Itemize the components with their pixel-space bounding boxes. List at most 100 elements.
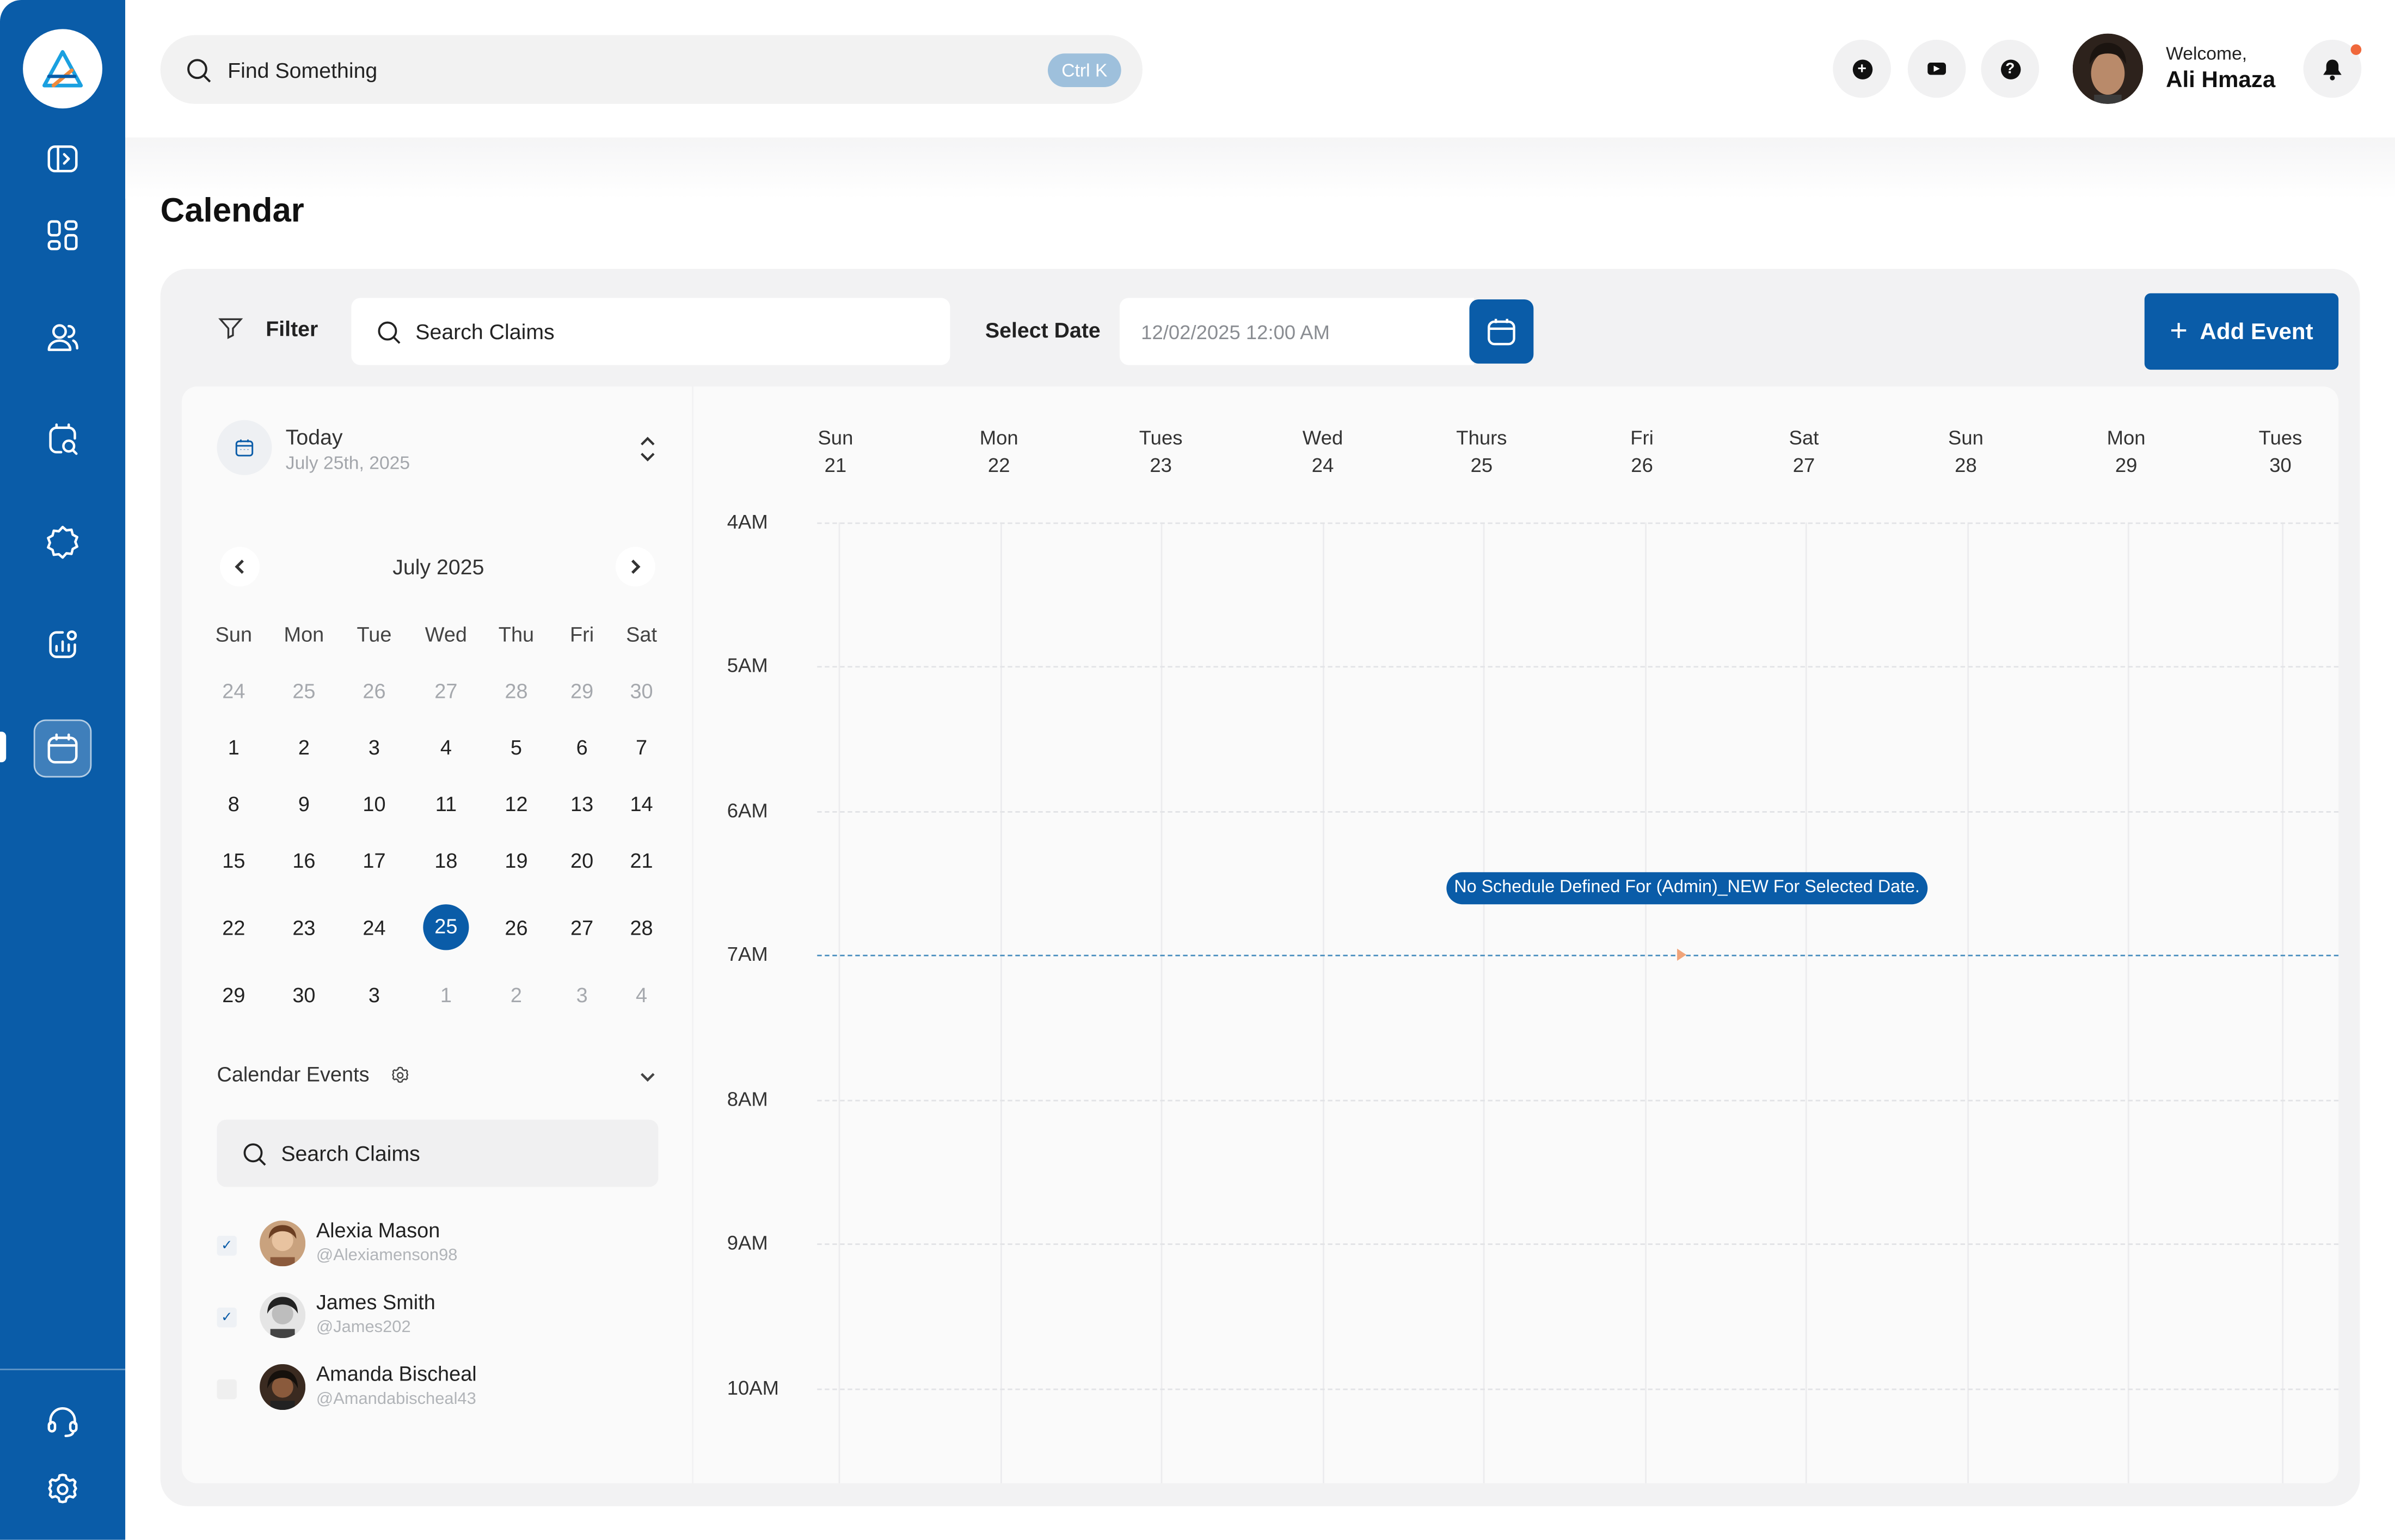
today-expand-toggle[interactable] <box>632 432 663 466</box>
calendar-day[interactable]: 1 <box>200 737 267 759</box>
avatar <box>260 1220 306 1267</box>
calendar-day[interactable]: 18 <box>413 849 480 872</box>
search-document-icon[interactable] <box>36 414 88 465</box>
person-checkbox[interactable] <box>217 1379 237 1400</box>
search-claims-input[interactable]: Search Claims <box>351 298 950 365</box>
day-number: 21 <box>824 453 847 477</box>
events-search-input[interactable]: Search Claims <box>217 1119 659 1187</box>
day-column-header[interactable]: Mon 29 <box>2080 425 2172 480</box>
add-button[interactable]: + <box>1833 39 1891 98</box>
calendar-day[interactable]: 3 <box>341 737 408 759</box>
selected-day[interactable]: 25 <box>423 904 469 950</box>
current-time-marker <box>1677 948 1686 961</box>
calendar-day[interactable]: 26 <box>341 680 408 703</box>
list-item[interactable]: ✓ Alexia Mason @Alexiamenson98 <box>217 1219 660 1275</box>
day-column-header[interactable]: Tues 30 <box>2234 425 2326 480</box>
calendar-day[interactable]: 25 <box>271 680 337 703</box>
calendar-day[interactable]: 14 <box>608 793 675 815</box>
avatar[interactable] <box>2072 33 2143 104</box>
calendar-day[interactable]: 24 <box>200 680 267 703</box>
day-number: 22 <box>987 453 1010 477</box>
calendar-day[interactable]: 13 <box>548 793 615 815</box>
day-name: Fri <box>1630 426 1654 449</box>
add-event-button[interactable]: + Add Event <box>2144 293 2339 370</box>
dashboard-grid-icon[interactable] <box>36 209 88 261</box>
date-picker-button[interactable] <box>1469 299 1534 364</box>
calendar-day[interactable]: 26 <box>483 917 550 940</box>
calendar-icon[interactable] <box>33 719 92 778</box>
calendar-day[interactable]: 29 <box>548 680 615 703</box>
person-name: Alexia Mason <box>316 1219 440 1242</box>
list-item[interactable]: ✓ James Smith @James202 <box>217 1291 660 1347</box>
chevron-right-icon <box>631 560 641 574</box>
calendar-day[interactable]: 28 <box>608 917 675 940</box>
day-name: Sat <box>1789 426 1819 449</box>
gear-icon[interactable] <box>36 1463 88 1515</box>
chevron-updown-icon <box>641 437 655 462</box>
calendar-day[interactable]: 27 <box>548 917 615 940</box>
day-column-header[interactable]: Sun 28 <box>1920 425 2011 480</box>
list-item[interactable]: Amanda Bischeal @Amandabischeal43 <box>217 1363 660 1419</box>
calendar-day[interactable]: 11 <box>413 793 480 815</box>
hour-label: 10AM <box>727 1376 779 1400</box>
hour-label: 8AM <box>727 1087 768 1111</box>
day-number: 29 <box>2115 453 2138 477</box>
calendar-day[interactable]: 10 <box>341 793 408 815</box>
avatar <box>260 1292 306 1339</box>
calendar-day[interactable]: 7 <box>608 737 675 759</box>
calendar-day[interactable]: 9 <box>271 793 337 815</box>
calendar-day[interactable]: 20 <box>548 849 615 872</box>
day-column-header[interactable]: Wed 24 <box>1277 425 1368 480</box>
media-button[interactable] <box>1907 39 1966 98</box>
calendar-day[interactable]: 5 <box>483 737 550 759</box>
calendar-day[interactable]: 4 <box>413 737 480 759</box>
calendar-day[interactable]: 19 <box>483 849 550 872</box>
day-column-header[interactable]: Sat 27 <box>1758 425 1850 480</box>
next-month-button[interactable] <box>615 547 655 587</box>
calendar-day[interactable]: 22 <box>200 917 267 940</box>
calendar-day[interactable]: 4 <box>608 984 675 1007</box>
day-column-header[interactable]: Fri 26 <box>1596 425 1687 480</box>
calendar-day[interactable]: 21 <box>608 849 675 872</box>
person-checkbox[interactable]: ✓ <box>217 1308 237 1328</box>
calendar-day[interactable]: 15 <box>200 849 267 872</box>
users-icon[interactable] <box>36 311 88 363</box>
events-collapse-toggle[interactable] <box>637 1066 658 1088</box>
day-column-header[interactable]: Sun 21 <box>790 425 881 480</box>
calendar-day[interactable]: 8 <box>200 793 267 815</box>
calendar-day[interactable]: 16 <box>271 849 337 872</box>
calendar-day[interactable]: 3 <box>341 984 408 1007</box>
calendar-day[interactable]: 30 <box>608 680 675 703</box>
day-column-header[interactable]: Tues 23 <box>1115 425 1206 480</box>
app-logo[interactable] <box>23 29 103 109</box>
calendar-day[interactable]: 3 <box>548 984 615 1007</box>
person-checkbox[interactable]: ✓ <box>217 1236 237 1256</box>
filter-button[interactable]: Filter <box>217 315 318 342</box>
day-column-header[interactable]: Mon 22 <box>953 425 1045 480</box>
headset-icon[interactable] <box>36 1395 88 1446</box>
calendar-day[interactable]: 30 <box>271 984 337 1007</box>
badge-icon[interactable] <box>36 516 88 568</box>
calendar-day[interactable]: 27 <box>413 680 480 703</box>
no-schedule-notice: No Schedule Defined For (Admin)_NEW For … <box>1446 872 1928 905</box>
filter-icon <box>218 318 243 339</box>
calendar-day[interactable]: 1 <box>413 984 480 1007</box>
global-search-input[interactable]: Find Something Ctrl K <box>160 35 1143 104</box>
sidebar-toggle-icon[interactable] <box>36 133 88 185</box>
hour-label: 9AM <box>727 1231 768 1254</box>
calendar-day[interactable]: 2 <box>271 737 337 759</box>
calendar-day[interactable]: 23 <box>271 917 337 940</box>
hour-grid-line <box>817 522 2339 524</box>
calendar-day[interactable]: 6 <box>548 737 615 759</box>
calendar-day[interactable]: 2 <box>483 984 550 1007</box>
day-column-header[interactable]: Thurs 25 <box>1436 425 1527 480</box>
calendar-day[interactable]: 17 <box>341 849 408 872</box>
gear-icon[interactable] <box>390 1065 411 1086</box>
calendar-day[interactable]: 24 <box>341 917 408 940</box>
reports-icon[interactable] <box>36 618 88 670</box>
calendar-day[interactable]: 28 <box>483 680 550 703</box>
calendar-day[interactable]: 29 <box>200 984 267 1007</box>
help-button[interactable]: ? <box>1981 39 2040 98</box>
calendar-day[interactable]: 12 <box>483 793 550 815</box>
date-input[interactable]: 12/02/2025 12:00 AM <box>1119 298 1474 365</box>
